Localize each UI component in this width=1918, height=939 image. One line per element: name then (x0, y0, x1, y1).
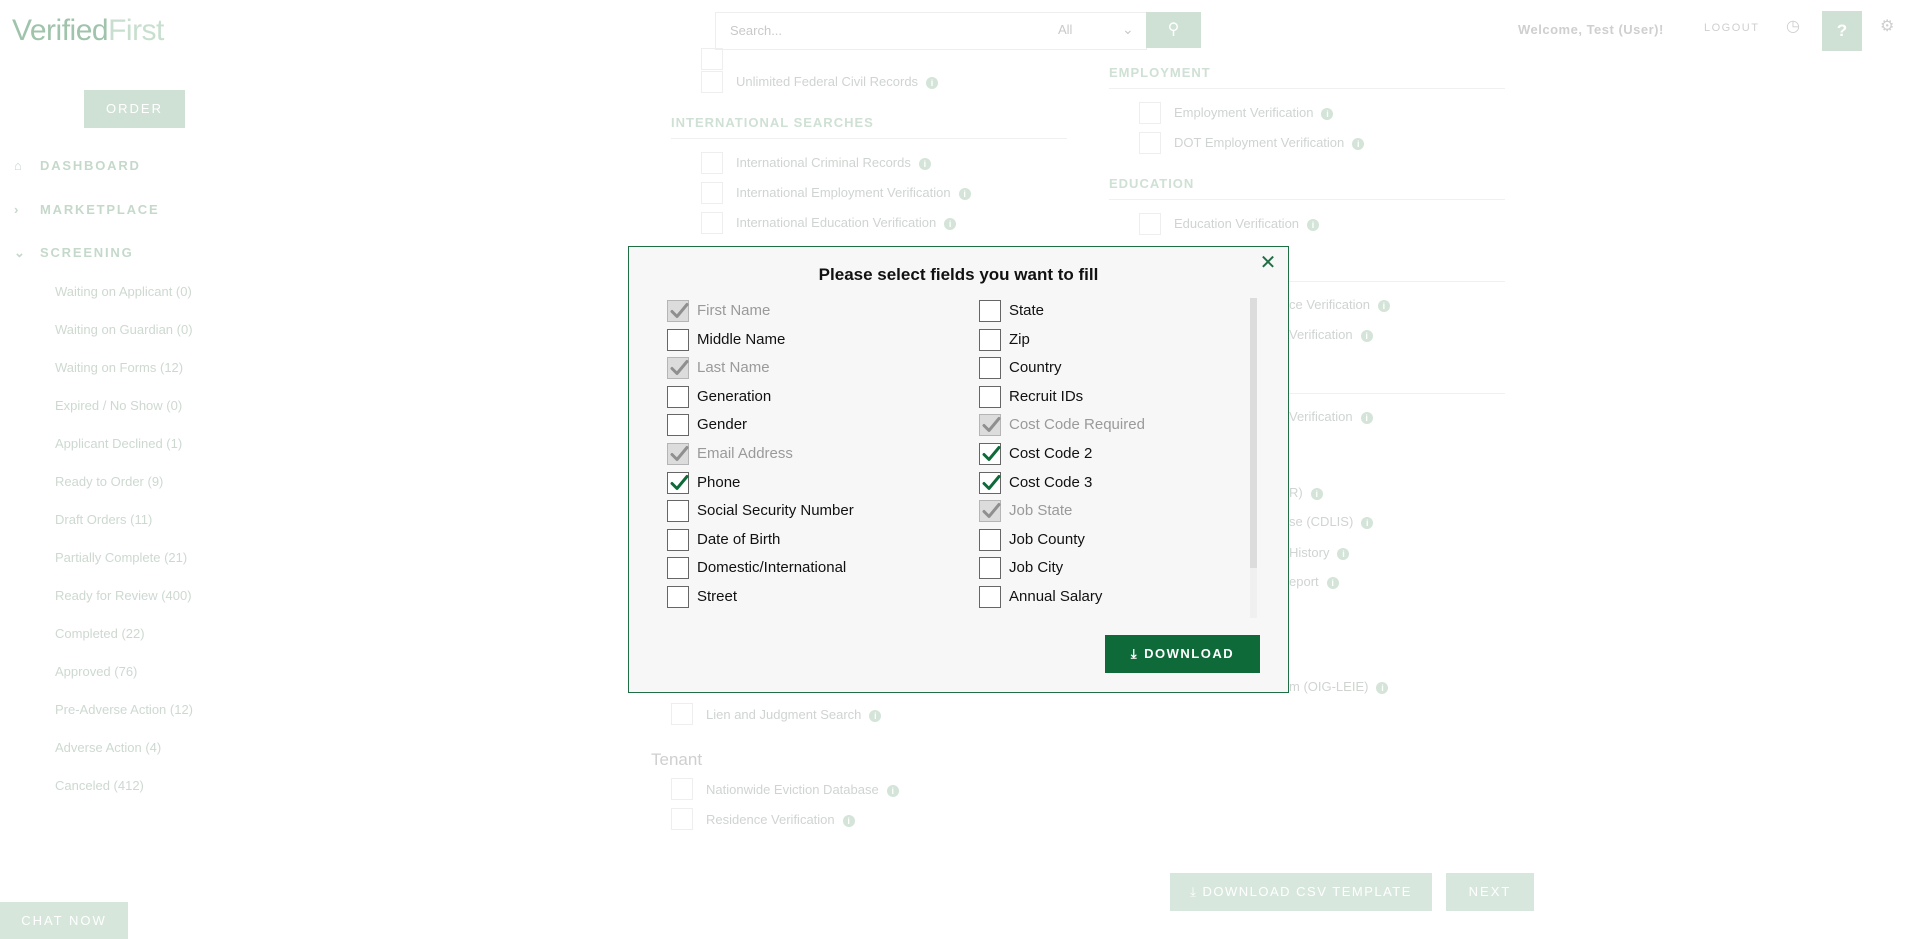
field-label: Street (697, 588, 738, 605)
field-checkbox[interactable] (979, 385, 1001, 408)
field-label: Social Security Number (697, 502, 854, 520)
field-label: Middle Name (697, 330, 786, 348)
field-label: Cost Code 2 (1009, 445, 1093, 462)
field-label: First Name (697, 302, 771, 319)
modal-title: Please select fields you want to fill (818, 265, 1099, 284)
download-button[interactable]: ⤓ DOWNLOAD (1105, 635, 1260, 673)
field-checkbox (979, 414, 1001, 437)
field-checkbox (979, 500, 1001, 523)
field-checkbox[interactable] (667, 414, 689, 437)
field-checkbox[interactable] (667, 385, 689, 408)
field-checkbox[interactable] (979, 357, 1001, 380)
field-label: Job County (1009, 530, 1085, 548)
field-checkbox[interactable] (667, 328, 689, 351)
field-select-modal: Please select fields you want to fill ✕ … (628, 246, 1289, 693)
field-checkbox[interactable] (667, 528, 689, 551)
field-label: Generation (697, 387, 772, 405)
field-label: Cost Code 3 (1009, 473, 1093, 491)
field-checkbox[interactable] (667, 471, 689, 494)
field-checkbox[interactable] (979, 586, 1001, 608)
field-checkbox (667, 443, 689, 465)
close-icon[interactable]: ✕ (1256, 251, 1280, 275)
field-list[interactable]: First Name Middle Name Last Name Generation… (667, 299, 1262, 617)
field-label: Cost Code Required (1009, 416, 1145, 434)
field-checkbox[interactable] (979, 443, 1001, 465)
field-checkbox[interactable] (667, 586, 689, 608)
field-label: Gender (697, 416, 748, 434)
field-checkbox[interactable] (979, 528, 1001, 551)
field-label: Country (1009, 359, 1062, 377)
field-label: State (1009, 302, 1045, 319)
field-label: Email Address (697, 445, 793, 462)
page: VerifiedFirst Search... All ⌄ ⚲ Welcome,… (0, 0, 1918, 939)
field-label: Recruit IDs (1009, 387, 1084, 405)
field-checkbox[interactable] (979, 328, 1001, 351)
scrollbar-thumb[interactable] (1250, 298, 1257, 568)
field-list-scrollbar[interactable] (1250, 298, 1257, 618)
field-label: Domestic/International (697, 559, 847, 577)
download-icon: ⤓ (1130, 646, 1139, 661)
field-label: Job State (1009, 502, 1073, 520)
field-label: Job City (1009, 559, 1064, 577)
field-label: Phone (697, 473, 741, 491)
field-checkbox (667, 357, 689, 380)
field-checkbox[interactable] (979, 300, 1001, 322)
field-checkbox[interactable] (979, 471, 1001, 494)
field-label: Date of Birth (697, 530, 781, 548)
field-checkbox[interactable] (667, 500, 689, 523)
field-checkbox[interactable] (667, 557, 689, 580)
field-label: Zip (1009, 330, 1030, 348)
field-label: Last Name (697, 359, 770, 377)
field-checkbox[interactable] (979, 557, 1001, 580)
field-label: Annual Salary (1009, 588, 1103, 605)
download-button-label: DOWNLOAD (1144, 646, 1235, 661)
field-checkbox (667, 300, 689, 322)
